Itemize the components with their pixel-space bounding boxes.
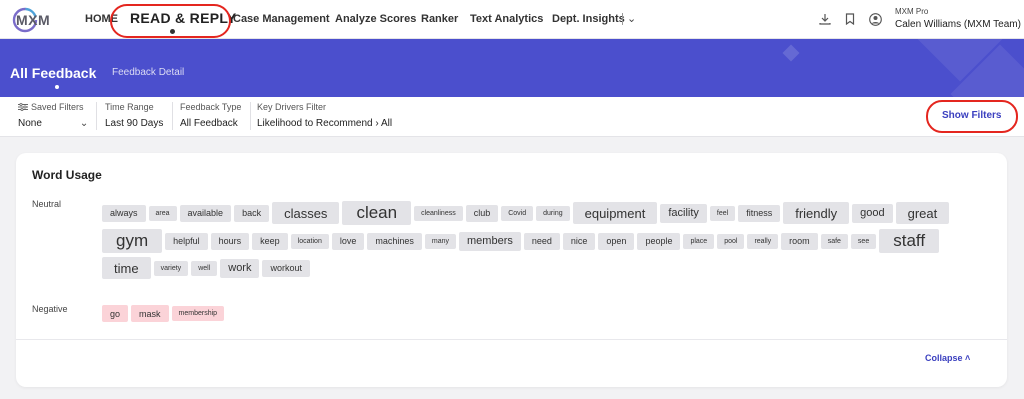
- key-drivers-filter[interactable]: Key Drivers Filter Likelihood to Recomme…: [257, 102, 392, 129]
- word-tag[interactable]: cleanliness: [414, 205, 463, 221]
- sliders-icon: [18, 103, 28, 111]
- nav-dept-insights[interactable]: Dept. Insights: [552, 13, 625, 25]
- collapse-button[interactable]: Collapse ˄: [925, 353, 970, 363]
- word-tag[interactable]: equipment: [572, 202, 658, 224]
- word-tag[interactable]: variety: [153, 260, 189, 276]
- word-tag[interactable]: go: [102, 305, 129, 322]
- word-tag[interactable]: during: [536, 205, 570, 221]
- word-tag[interactable]: pool: [717, 233, 745, 249]
- logo-text: MXM: [16, 12, 51, 28]
- word-tag[interactable]: members: [459, 231, 521, 251]
- word-tag[interactable]: workout: [262, 259, 310, 277]
- word-tag[interactable]: helpful: [165, 232, 208, 250]
- word-tag[interactable]: open: [598, 232, 635, 250]
- word-tag[interactable]: friendly: [783, 202, 850, 224]
- chevron-down-icon[interactable]: ⌄: [627, 12, 636, 25]
- word-tag[interactable]: good: [852, 203, 893, 223]
- nav-analyze-scores[interactable]: Analyze Scores: [335, 13, 416, 25]
- card-divider: [16, 339, 1007, 340]
- nav-separator: [622, 13, 623, 25]
- highlight-circle-show-filters: [926, 100, 1018, 133]
- word-tag[interactable]: people: [637, 232, 681, 250]
- word-tag[interactable]: nice: [562, 232, 596, 250]
- feedback-type-label: Feedback Type: [180, 102, 242, 112]
- page-title[interactable]: All Feedback: [10, 65, 96, 81]
- word-tag[interactable]: location: [290, 233, 329, 249]
- word-tag[interactable]: gym: [102, 229, 163, 253]
- filter-divider: [250, 102, 251, 130]
- word-tag[interactable]: time: [102, 257, 151, 279]
- filter-divider: [172, 102, 173, 130]
- word-tag[interactable]: place: [683, 233, 715, 249]
- word-tag[interactable]: mask: [131, 305, 169, 322]
- word-tag[interactable]: available: [179, 204, 232, 222]
- bookmark-icon[interactable]: [843, 12, 857, 26]
- nav-ranker[interactable]: Ranker: [421, 13, 458, 25]
- word-tag[interactable]: great: [895, 202, 950, 224]
- word-tag[interactable]: Covid: [501, 205, 534, 221]
- nav-text-analytics[interactable]: Text Analytics: [470, 13, 543, 25]
- word-tag[interactable]: staff: [879, 229, 940, 253]
- word-tag[interactable]: well: [191, 260, 218, 276]
- word-tag[interactable]: classes: [272, 202, 340, 224]
- word-tag[interactable]: work: [220, 258, 260, 278]
- word-tag[interactable]: club: [465, 204, 499, 222]
- word-tag[interactable]: room: [781, 232, 818, 250]
- word-tag[interactable]: love: [331, 232, 365, 250]
- word-tag[interactable]: facility: [660, 203, 707, 223]
- saved-filters-label: Saved Filters: [31, 102, 84, 112]
- active-tab-indicator: [55, 85, 59, 89]
- top-navigation: MXM HOME READ & REPLY Case Management An…: [0, 0, 1024, 39]
- user-avatar-icon[interactable]: [868, 12, 882, 26]
- word-tag[interactable]: need: [523, 232, 560, 250]
- tab-feedback-detail[interactable]: Feedback Detail: [112, 67, 184, 78]
- nav-case-management[interactable]: Case Management: [233, 13, 330, 25]
- card-title: Word Usage: [32, 168, 102, 182]
- word-tag[interactable]: always: [102, 204, 146, 222]
- word-tag[interactable]: keep: [252, 232, 288, 250]
- word-tag[interactable]: feel: [709, 205, 736, 221]
- time-range-label: Time Range: [105, 102, 154, 112]
- banner-decoration: [782, 44, 800, 62]
- word-tag[interactable]: many: [424, 233, 457, 249]
- word-tag[interactable]: machines: [367, 232, 422, 250]
- feedback-type-value: All Feedback: [180, 118, 238, 129]
- negative-word-cloud: go mask membership: [102, 305, 402, 322]
- word-tag[interactable]: clean: [342, 201, 412, 225]
- page-banner: All Feedback Feedback Detail: [0, 39, 1024, 97]
- word-tag[interactable]: membership: [171, 306, 225, 321]
- key-drivers-value: Likelihood to Recommend › All: [257, 118, 393, 129]
- word-tag[interactable]: fitness: [738, 204, 781, 222]
- saved-filters-value: None: [18, 118, 42, 129]
- key-drivers-label: Key Drivers Filter: [257, 102, 327, 112]
- time-range-value: Last 90 Days: [105, 118, 164, 129]
- saved-filters-dropdown[interactable]: Saved Filters None ⌄: [18, 102, 88, 129]
- chevron-down-icon: ⌄: [79, 118, 89, 129]
- time-range-filter[interactable]: Time Range Last 90 Days: [105, 102, 163, 129]
- highlight-circle-read-reply: [110, 4, 231, 38]
- word-tag[interactable]: area: [148, 205, 177, 221]
- word-usage-card: Word Usage Neutral always area available ba…: [16, 153, 1007, 387]
- word-tag[interactable]: really: [747, 233, 779, 249]
- feedback-type-filter[interactable]: Feedback Type All Feedback: [180, 102, 241, 129]
- word-tag[interactable]: see: [850, 233, 877, 249]
- word-tag[interactable]: safe: [820, 233, 848, 249]
- negative-label: Negative: [32, 304, 68, 314]
- account-product: MXM Pro: [895, 7, 929, 16]
- word-tag[interactable]: hours: [210, 232, 250, 250]
- mxm-logo[interactable]: MXM: [12, 7, 84, 33]
- neutral-label: Neutral: [32, 199, 62, 209]
- filter-bar: Saved Filters None ⌄ Time Range Last 90 …: [0, 97, 1024, 137]
- filter-divider: [96, 102, 97, 130]
- download-icon[interactable]: [818, 12, 832, 26]
- account-user-name[interactable]: Calen Williams (MXM Team): [895, 19, 1021, 30]
- neutral-word-cloud: always area available back classes clean clean…: [102, 201, 982, 279]
- word-tag[interactable]: back: [234, 204, 270, 222]
